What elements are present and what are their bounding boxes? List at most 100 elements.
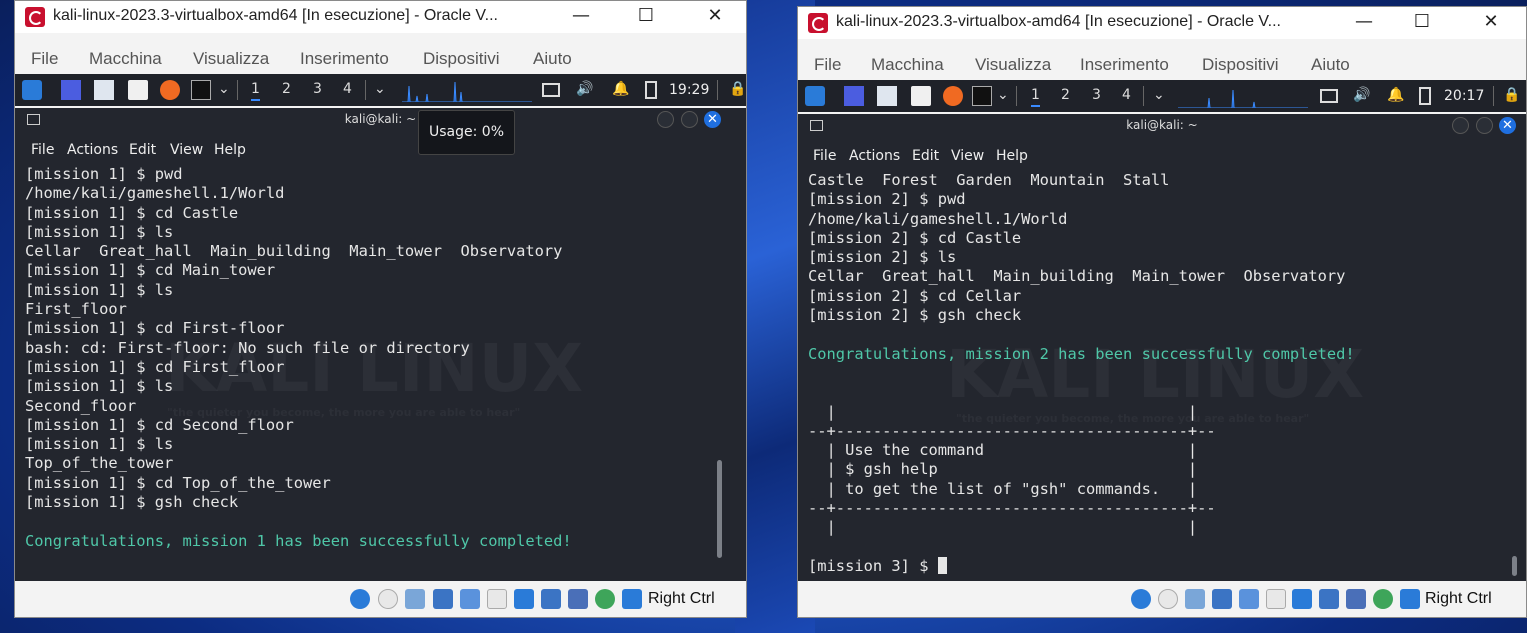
terminal-icon[interactable] bbox=[972, 86, 992, 106]
term-menu-file[interactable]: File bbox=[813, 148, 836, 164]
menu-machine[interactable]: Macchina bbox=[89, 49, 162, 69]
workspace-1[interactable]: 1 bbox=[1031, 87, 1040, 107]
window-titlebar[interactable]: kali-linux-2023.3-virtualbox-amd64 [In e… bbox=[798, 7, 1526, 39]
volume-icon[interactable]: 🔊 bbox=[576, 81, 593, 97]
display-icon[interactable] bbox=[1292, 589, 1312, 609]
workspace-3[interactable]: 3 bbox=[313, 81, 322, 97]
shared-folder-icon[interactable] bbox=[487, 589, 507, 609]
network-icon[interactable] bbox=[1212, 589, 1232, 609]
term-menu-view[interactable]: View bbox=[170, 142, 203, 158]
term-menu-help[interactable]: Help bbox=[996, 148, 1028, 164]
hard-disk-icon[interactable] bbox=[350, 589, 370, 609]
workspace-4[interactable]: 4 bbox=[343, 81, 352, 97]
panel-clock[interactable]: 19:29 bbox=[669, 82, 709, 98]
menu-view[interactable]: Visualizza bbox=[975, 55, 1051, 75]
file-manager-icon[interactable] bbox=[94, 80, 114, 100]
cpu-graph[interactable] bbox=[1178, 84, 1308, 108]
cpu-graph[interactable] bbox=[402, 78, 532, 102]
file-manager-icon[interactable] bbox=[877, 86, 897, 106]
video-capture-icon[interactable] bbox=[1319, 589, 1339, 609]
lock-icon[interactable]: 🔒 bbox=[729, 81, 746, 97]
term-menu-file[interactable]: File bbox=[31, 142, 54, 158]
mouse-integration-icon[interactable] bbox=[1373, 589, 1393, 609]
cpu-status-icon[interactable] bbox=[1346, 589, 1366, 609]
chevron-down-icon[interactable]: ⌄ bbox=[374, 81, 386, 97]
workspace-1[interactable]: 1 bbox=[251, 81, 260, 101]
menu-machine[interactable]: Macchina bbox=[871, 55, 944, 75]
workspace-2[interactable]: 2 bbox=[282, 81, 291, 97]
terminal-maximize-button[interactable] bbox=[681, 111, 698, 128]
chevron-down-icon[interactable]: ⌄ bbox=[1153, 87, 1165, 103]
optical-drive-icon[interactable] bbox=[378, 589, 398, 609]
menu-file[interactable]: File bbox=[31, 49, 58, 69]
cpu-status-icon[interactable] bbox=[568, 589, 588, 609]
keyboard-capture-icon[interactable] bbox=[1400, 589, 1420, 609]
close-button[interactable]: ✕ bbox=[1471, 11, 1511, 32]
battery-icon[interactable] bbox=[645, 81, 657, 99]
menu-help[interactable]: Aiuto bbox=[533, 49, 572, 69]
notification-bell-icon[interactable]: 🔔 bbox=[1387, 87, 1404, 103]
terminal-window[interactable]: KALI LINUX "the quieter you become, the … bbox=[15, 108, 746, 582]
terminal-output[interactable]: [mission 1] $ pwd/home/kali/gameshell.1/… bbox=[25, 165, 726, 582]
term-menu-help[interactable]: Help bbox=[214, 142, 246, 158]
text-editor-icon[interactable] bbox=[911, 86, 931, 106]
battery-icon[interactable] bbox=[1419, 87, 1431, 105]
terminal-titlebar[interactable]: kali@kali: ~ ✕ bbox=[15, 108, 746, 132]
menu-devices[interactable]: Dispositivi bbox=[1202, 55, 1279, 75]
term-menu-view[interactable]: View bbox=[951, 148, 984, 164]
terminal-close-button[interactable]: ✕ bbox=[1499, 117, 1516, 134]
window-titlebar[interactable]: kali-linux-2023.3-virtualbox-amd64 [In e… bbox=[15, 1, 746, 33]
workspace-4[interactable]: 4 bbox=[1122, 87, 1131, 103]
notification-bell-icon[interactable]: 🔔 bbox=[612, 81, 629, 97]
display-icon[interactable] bbox=[514, 589, 534, 609]
kali-menu-icon[interactable] bbox=[805, 86, 825, 106]
menu-input[interactable]: Inserimento bbox=[1080, 55, 1169, 75]
lock-icon[interactable]: 🔒 bbox=[1503, 87, 1520, 103]
shared-folder-icon[interactable] bbox=[1266, 589, 1286, 609]
optical-drive-icon[interactable] bbox=[1158, 589, 1178, 609]
close-button[interactable]: ✕ bbox=[695, 5, 735, 26]
term-menu-edit[interactable]: Edit bbox=[912, 148, 939, 164]
terminal-close-button[interactable]: ✕ bbox=[704, 111, 721, 128]
keyboard-capture-icon[interactable] bbox=[622, 589, 642, 609]
maximize-button[interactable]: ☐ bbox=[1402, 11, 1442, 32]
network-icon[interactable] bbox=[433, 589, 453, 609]
menu-help[interactable]: Aiuto bbox=[1311, 55, 1350, 75]
terminal-icon[interactable] bbox=[191, 80, 211, 100]
text-editor-icon[interactable] bbox=[128, 80, 148, 100]
terminal-titlebar[interactable]: kali@kali: ~ ✕ bbox=[798, 114, 1526, 138]
minimize-button[interactable]: — bbox=[1344, 11, 1384, 32]
firefox-icon[interactable] bbox=[943, 86, 963, 106]
menu-view[interactable]: Visualizza bbox=[193, 49, 269, 69]
firefox-icon[interactable] bbox=[160, 80, 180, 100]
monitor-icon[interactable] bbox=[542, 83, 560, 97]
usb-icon[interactable] bbox=[1239, 589, 1259, 609]
terminal-minimize-button[interactable] bbox=[657, 111, 674, 128]
workspace-3[interactable]: 3 bbox=[1092, 87, 1101, 103]
terminal-window[interactable]: KALI LINUX "the quieter you become, the … bbox=[798, 114, 1526, 583]
monitor-icon[interactable] bbox=[1320, 89, 1338, 103]
minimize-button[interactable]: — bbox=[561, 5, 601, 26]
workspace-2[interactable]: 2 bbox=[1061, 87, 1070, 103]
video-capture-icon[interactable] bbox=[541, 589, 561, 609]
chevron-down-icon[interactable]: ⌄ bbox=[997, 87, 1009, 103]
usb-icon[interactable] bbox=[460, 589, 480, 609]
menu-file[interactable]: File bbox=[814, 55, 841, 75]
volume-icon[interactable]: 🔊 bbox=[1353, 87, 1370, 103]
audio-icon[interactable] bbox=[405, 589, 425, 609]
term-menu-actions[interactable]: Actions bbox=[849, 148, 900, 164]
mouse-integration-icon[interactable] bbox=[595, 589, 615, 609]
maximize-button[interactable]: ☐ bbox=[626, 5, 666, 26]
desktop-icon[interactable] bbox=[61, 80, 81, 100]
terminal-scrollbar[interactable] bbox=[717, 460, 722, 558]
terminal-minimize-button[interactable] bbox=[1452, 117, 1469, 134]
audio-icon[interactable] bbox=[1185, 589, 1205, 609]
terminal-maximize-button[interactable] bbox=[1476, 117, 1493, 134]
panel-clock[interactable]: 20:17 bbox=[1444, 88, 1484, 104]
term-menu-actions[interactable]: Actions bbox=[67, 142, 118, 158]
hard-disk-icon[interactable] bbox=[1131, 589, 1151, 609]
kali-menu-icon[interactable] bbox=[22, 80, 42, 100]
menu-devices[interactable]: Dispositivi bbox=[423, 49, 500, 69]
menu-input[interactable]: Inserimento bbox=[300, 49, 389, 69]
terminal-scrollbar[interactable] bbox=[1512, 556, 1517, 576]
